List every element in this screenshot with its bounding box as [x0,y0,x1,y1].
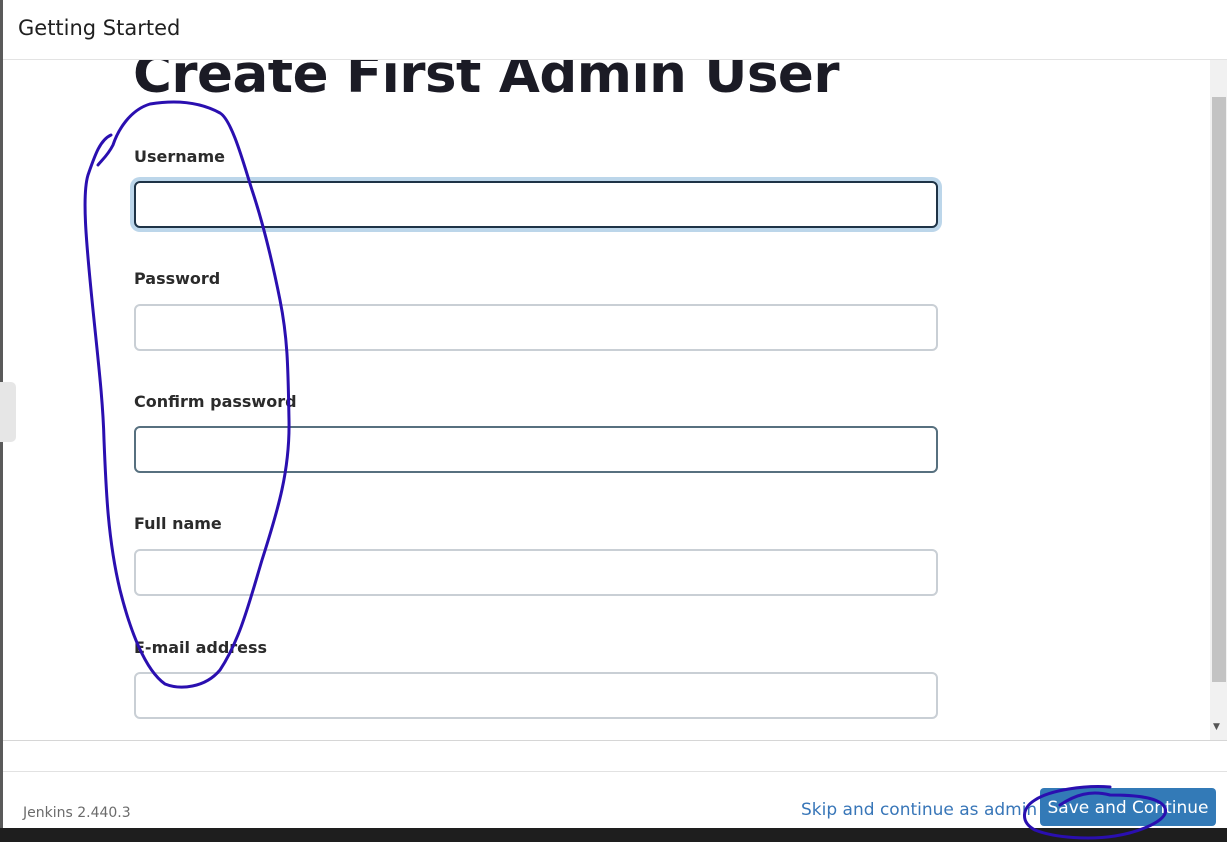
page-title: Create First Admin User [133,60,840,105]
password-label: Password [134,269,221,288]
full-name-label: Full name [134,514,222,533]
save-continue-button[interactable]: Save and Continue [1040,788,1216,826]
email-label: E-mail address [134,638,268,657]
confirm-password-label: Confirm password [134,392,297,411]
taskbar-strip [0,828,1227,842]
password-input[interactable] [134,304,938,351]
footer-bar: Jenkins 2.440.3 Skip and continue as adm… [3,772,1227,828]
email-input[interactable] [134,672,938,719]
side-collapse-handle[interactable] [0,382,16,442]
username-input[interactable] [134,181,938,228]
header-title: Getting Started [18,16,181,40]
header-bar: Getting Started [3,0,1227,60]
setup-wizard-window: Getting Started Create First Admin User … [0,0,1227,842]
confirm-password-input[interactable] [134,426,938,473]
scroll-down-icon[interactable]: ▼ [1213,722,1220,732]
version-label: Jenkins 2.440.3 [23,805,131,821]
scrollbar-thumb[interactable] [1212,97,1226,682]
username-label: Username [134,147,225,166]
full-name-input[interactable] [134,549,938,596]
form-content[interactable]: Create First Admin User Username Passwor… [3,60,1210,740]
content-divider [3,740,1227,741]
skip-continue-link[interactable]: Skip and continue as admin [801,800,1037,820]
